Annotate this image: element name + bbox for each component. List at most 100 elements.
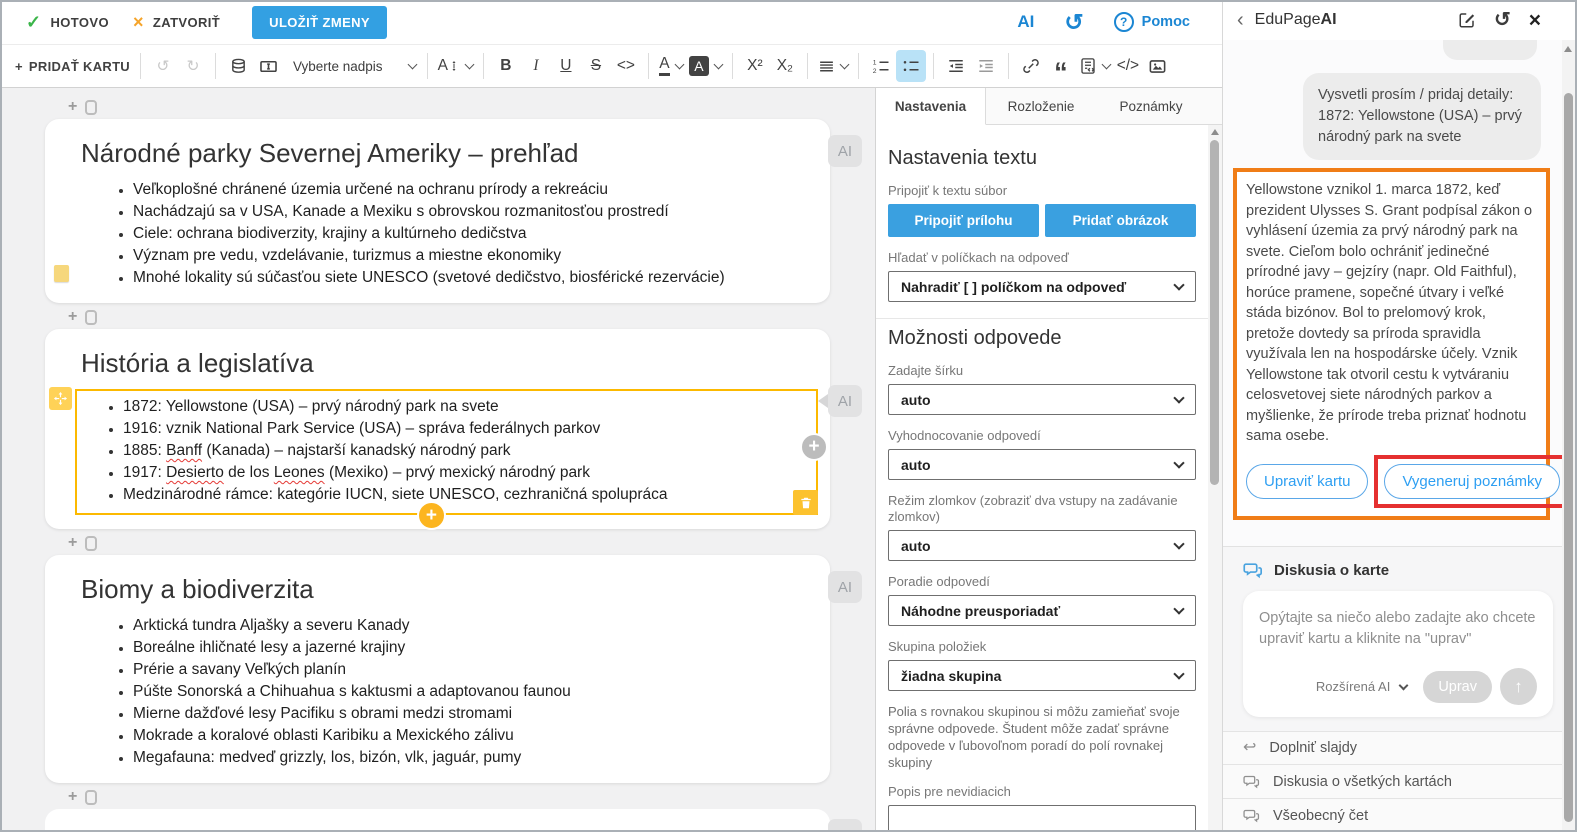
- card[interactable]: Biomy a biodiverzitaAIArktická tundra Al…: [45, 555, 830, 783]
- subscript-button[interactable]: X₂: [770, 50, 800, 82]
- close-button[interactable]: × ZATVORIŤ: [121, 12, 232, 33]
- template-snippet-button[interactable]: [1076, 50, 1113, 82]
- chevron-down-icon: [407, 59, 417, 69]
- add-card-row[interactable]: +: [68, 97, 875, 117]
- add-card-row[interactable]: +: [68, 533, 875, 553]
- tab-nastavenia[interactable]: Nastavenia: [876, 88, 986, 125]
- tab-poznamky[interactable]: Poznámky: [1096, 88, 1206, 124]
- link-icon[interactable]: [1016, 50, 1046, 82]
- back-chevron-icon[interactable]: ‹: [1237, 10, 1244, 30]
- italic-button[interactable]: I: [521, 50, 551, 82]
- blind-description-input[interactable]: [888, 805, 1196, 832]
- text-field-icon[interactable]: [253, 50, 283, 82]
- blind-description-label: Popis pre nevidiacich: [888, 784, 1196, 800]
- add-card-button[interactable]: + PRIDAŤ KARTU: [12, 50, 133, 82]
- outdent-button[interactable]: [941, 50, 971, 82]
- strikethrough-button[interactable]: S: [581, 50, 611, 82]
- bullet-item: Mnohé lokality sú súčasťou siete UNESCO …: [133, 267, 794, 289]
- attach-file-button[interactable]: Pripojiť prílohu: [888, 204, 1039, 237]
- scroll-up-icon[interactable]: [1564, 46, 1572, 52]
- underline-button[interactable]: U: [551, 50, 581, 82]
- bullet-item: 1885: Banff (Kanada) – najstarší kanadsk…: [123, 440, 816, 462]
- ai-response-text: Yellowstone vznikol 1. marca 1872, keď p…: [1246, 180, 1537, 447]
- bullet-list-button[interactable]: [896, 50, 926, 82]
- add-card-shape-icon: [85, 100, 97, 115]
- answer-search-label: Hľadať v políčkach na odpoveď: [888, 250, 1196, 266]
- menu-item[interactable]: ↩Doplniť slajdy: [1223, 731, 1563, 764]
- model-select-label[interactable]: Rozšírená AI: [1316, 679, 1390, 694]
- indent-button[interactable]: [971, 50, 1001, 82]
- card[interactable]: Národné parky Severnej Ameriky – prehľad…: [45, 119, 830, 303]
- select-value: žiadna skupina: [901, 668, 1001, 684]
- selected-text-block[interactable]: 1872: Yellowstone (USA) – prvý národný p…: [75, 389, 818, 515]
- save-changes-button[interactable]: ULOŽIŤ ZMENY: [252, 6, 387, 39]
- done-button[interactable]: ✓ HOTOVO: [14, 12, 121, 33]
- card-ai-button[interactable]: AI: [828, 385, 862, 417]
- help-button[interactable]: ? Pomoc: [1114, 12, 1190, 32]
- scrollbar-thumb[interactable]: [1564, 93, 1573, 822]
- misspelled-word: Banff: [166, 442, 202, 459]
- card-ai-button[interactable]: AI: [828, 819, 862, 832]
- trash-icon[interactable]: [793, 490, 818, 515]
- menu-item[interactable]: Všeobecný čet: [1223, 798, 1563, 832]
- tab-rozlozenie[interactable]: Rozloženie: [986, 88, 1096, 124]
- numbered-list-button[interactable]: 12: [866, 50, 896, 82]
- inline-code-button[interactable]: <>: [611, 50, 641, 82]
- highlight-color-button[interactable]: A: [686, 50, 725, 82]
- align-button[interactable]: [815, 50, 851, 82]
- settings-scrollbar[interactable]: [1208, 125, 1222, 832]
- uprav-button[interactable]: Uprav: [1423, 671, 1492, 703]
- chat-history-icon[interactable]: ↺: [1494, 10, 1511, 30]
- ai-button[interactable]: AI: [1017, 12, 1034, 32]
- note-icon[interactable]: [54, 265, 69, 282]
- card[interactable]: História a legislatívaAI1872: Yellowston…: [45, 329, 830, 529]
- undo-button[interactable]: ↺: [148, 50, 178, 82]
- answer-options-title: Možnosti odpovede: [888, 327, 1196, 350]
- field-select[interactable]: Náhodne preusporiadať: [888, 595, 1196, 626]
- menu-item[interactable]: Diskusia o všetkých kartách: [1223, 764, 1563, 798]
- card-ai-button[interactable]: AI: [828, 571, 862, 603]
- font-size-button[interactable]: A: [435, 50, 476, 82]
- image-icon[interactable]: [1143, 50, 1173, 82]
- bold-button[interactable]: B: [491, 50, 521, 82]
- question-icon: ?: [1114, 12, 1134, 32]
- text-color-button[interactable]: A: [656, 50, 686, 82]
- done-label: HOTOVO: [50, 15, 109, 30]
- superscript-button[interactable]: X²: [740, 50, 770, 82]
- move-handle-icon[interactable]: [49, 387, 72, 410]
- generate-notes-button[interactable]: Vygeneruj poznámky: [1384, 464, 1560, 499]
- answer-search-select[interactable]: Nahradiť [ ] políčkom na odpoveď: [888, 271, 1196, 302]
- chat-input-card[interactable]: Opýtajte sa niečo alebo zadajte ako chce…: [1243, 591, 1553, 717]
- field-label: Vyhodnocovanie odpovedí: [888, 428, 1196, 444]
- heading-style-select[interactable]: Vyberte nadpis: [283, 59, 420, 74]
- blockquote-button[interactable]: “: [1046, 56, 1076, 88]
- layers-icon[interactable]: [223, 50, 253, 82]
- card-title: Národné parky Severnej Ameriky – prehľad: [81, 138, 794, 169]
- check-icon: ✓: [26, 12, 41, 33]
- field-select[interactable]: žiadna skupina: [888, 660, 1196, 691]
- scroll-up-icon[interactable]: [1211, 129, 1219, 135]
- field-select[interactable]: auto: [888, 530, 1196, 561]
- field-select[interactable]: auto: [888, 449, 1196, 480]
- settings-body: Nastavenia textu Pripojiť k textu súbor …: [876, 125, 1222, 832]
- card[interactable]: AI: [45, 809, 830, 832]
- add-element-button[interactable]: +: [800, 433, 828, 461]
- code-view-button[interactable]: </>: [1113, 50, 1143, 82]
- chevron-down-icon[interactable]: [1399, 680, 1409, 690]
- add-below-button[interactable]: +: [417, 501, 446, 530]
- history-icon[interactable]: ↺: [1064, 11, 1083, 34]
- compose-icon[interactable]: [1458, 11, 1476, 29]
- card-ai-button[interactable]: AI: [828, 135, 862, 167]
- add-image-button[interactable]: Pridať obrázok: [1045, 204, 1196, 237]
- scrollbar-thumb[interactable]: [1210, 140, 1219, 485]
- add-card-row[interactable]: +: [68, 307, 875, 327]
- select-value: auto: [901, 538, 931, 554]
- field-select[interactable]: auto: [888, 384, 1196, 415]
- ai-panel-scrollbar[interactable]: [1562, 40, 1575, 830]
- close-x-icon: ×: [133, 12, 144, 33]
- close-panel-icon[interactable]: ×: [1529, 10, 1541, 31]
- send-arrow-button[interactable]: ↑: [1500, 668, 1537, 705]
- edit-card-button[interactable]: Upraviť kartu: [1246, 464, 1368, 499]
- redo-button[interactable]: ↻: [178, 50, 208, 82]
- add-card-row[interactable]: +: [68, 787, 875, 807]
